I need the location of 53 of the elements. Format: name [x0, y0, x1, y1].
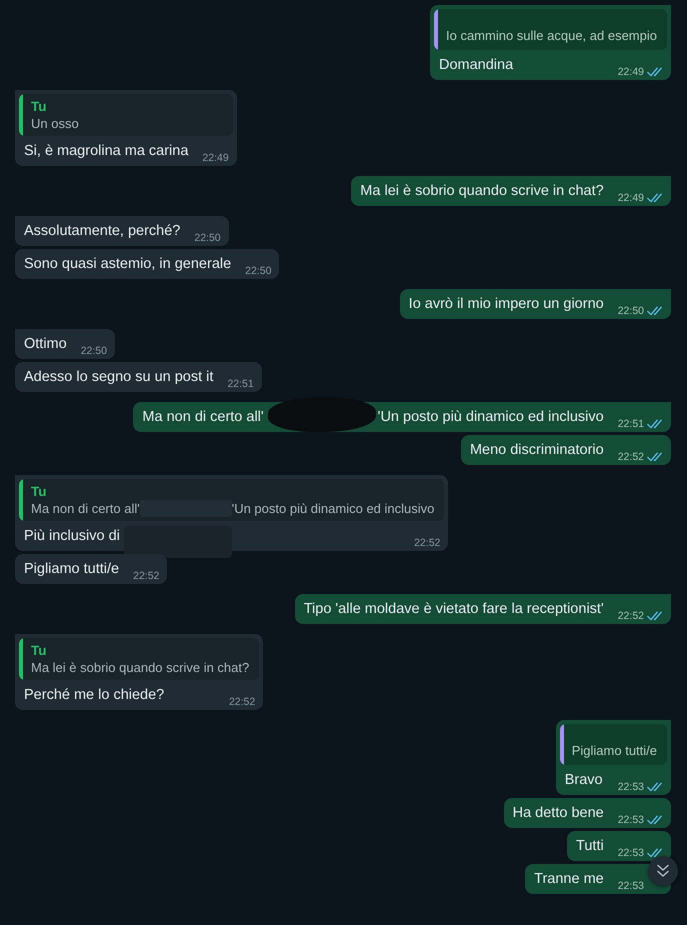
- message-text: Pigliamo tutti/e: [24, 560, 120, 579]
- message-text: Domandina: [438, 56, 514, 75]
- message-time: 22:53: [618, 813, 644, 827]
- message-time: 22:52: [228, 695, 256, 709]
- message-time: 22:50: [194, 231, 221, 245]
- quoted-message[interactable]: Pigliamo tutti/e: [560, 724, 667, 765]
- message-text: Tranne me: [534, 870, 604, 889]
- quote-text: Ma lei è sobrio quando scrive in chat?: [31, 659, 250, 676]
- message-time: 22:52: [618, 609, 644, 623]
- quoted-message[interactable]: Tu Ma non di certo all' 'Un posto più dinamico ed inclusivo: [19, 479, 444, 521]
- message-text: Perché me lo chiede?: [24, 686, 164, 705]
- message-text: Tutti: [576, 837, 604, 856]
- message-text: Tipo 'alle moldave è vietato fare la receptionist': [304, 600, 604, 619]
- message-text: Si, è magrolina ma carina: [24, 142, 188, 161]
- message-text: Assolutamente, perché?: [24, 222, 180, 241]
- message-time: 22:50: [245, 264, 272, 278]
- quote-author: Tu: [31, 483, 48, 500]
- message-time: 22:52: [133, 569, 160, 583]
- message-time: 22:49: [618, 191, 644, 205]
- message-text: 'Un posto più dinamico ed inclusivo: [378, 408, 604, 427]
- quote-text: Pigliamo tutti/e: [572, 742, 657, 759]
- message-text: Ma non di certo all': [142, 408, 264, 427]
- quoted-message[interactable]: Tu Ma lei è sobrio quando scrive in chat?: [19, 638, 260, 680]
- quoted-message[interactable]: Tu Un osso: [19, 94, 233, 136]
- message-text: Bravo: [564, 771, 603, 790]
- quote-text: Io cammino sulle acque, ad esempio: [446, 27, 657, 44]
- quote-author: Tu: [31, 642, 48, 659]
- message-text: Adesso lo segno su un post it: [24, 368, 214, 387]
- double-chevron-down-icon: [656, 864, 670, 878]
- message-text: Più inclusivo di: [24, 527, 120, 546]
- message-time: 22:51: [618, 417, 644, 431]
- message-time: 22:53: [618, 879, 644, 893]
- message-time: 22:52: [618, 450, 644, 464]
- quote-text: Ma non di certo all': [31, 500, 140, 517]
- message-time: 22:51: [227, 377, 254, 391]
- quote-author: Tu: [31, 98, 48, 115]
- message-text: Ha detto bene: [512, 804, 604, 823]
- message-time: 22:49: [618, 65, 644, 79]
- message-text: Ottimo: [24, 335, 67, 354]
- message-text: Io avrò il mio impero un giorno: [408, 295, 604, 314]
- message-time: 22:49: [202, 151, 229, 165]
- quote-text: Un osso: [31, 115, 79, 132]
- message-text: Ma lei è sobrio quando scrive in chat?: [360, 182, 604, 201]
- message-time: 22:50: [618, 304, 644, 318]
- quoted-message[interactable]: Io cammino sulle acque, ad esempio: [434, 9, 667, 50]
- message-time: 22:52: [414, 536, 440, 550]
- message-text: Meno discriminatorio: [470, 441, 604, 460]
- quote-text: 'Un posto più dinamico ed inclusivo: [232, 500, 434, 517]
- message-time: 22:53: [618, 846, 644, 860]
- message-time: 22:50: [80, 344, 107, 358]
- scroll-down-button[interactable]: [648, 856, 678, 886]
- message-text: Sono quasi astemio, in generale: [24, 255, 232, 274]
- message-time: 22:53: [618, 780, 644, 794]
